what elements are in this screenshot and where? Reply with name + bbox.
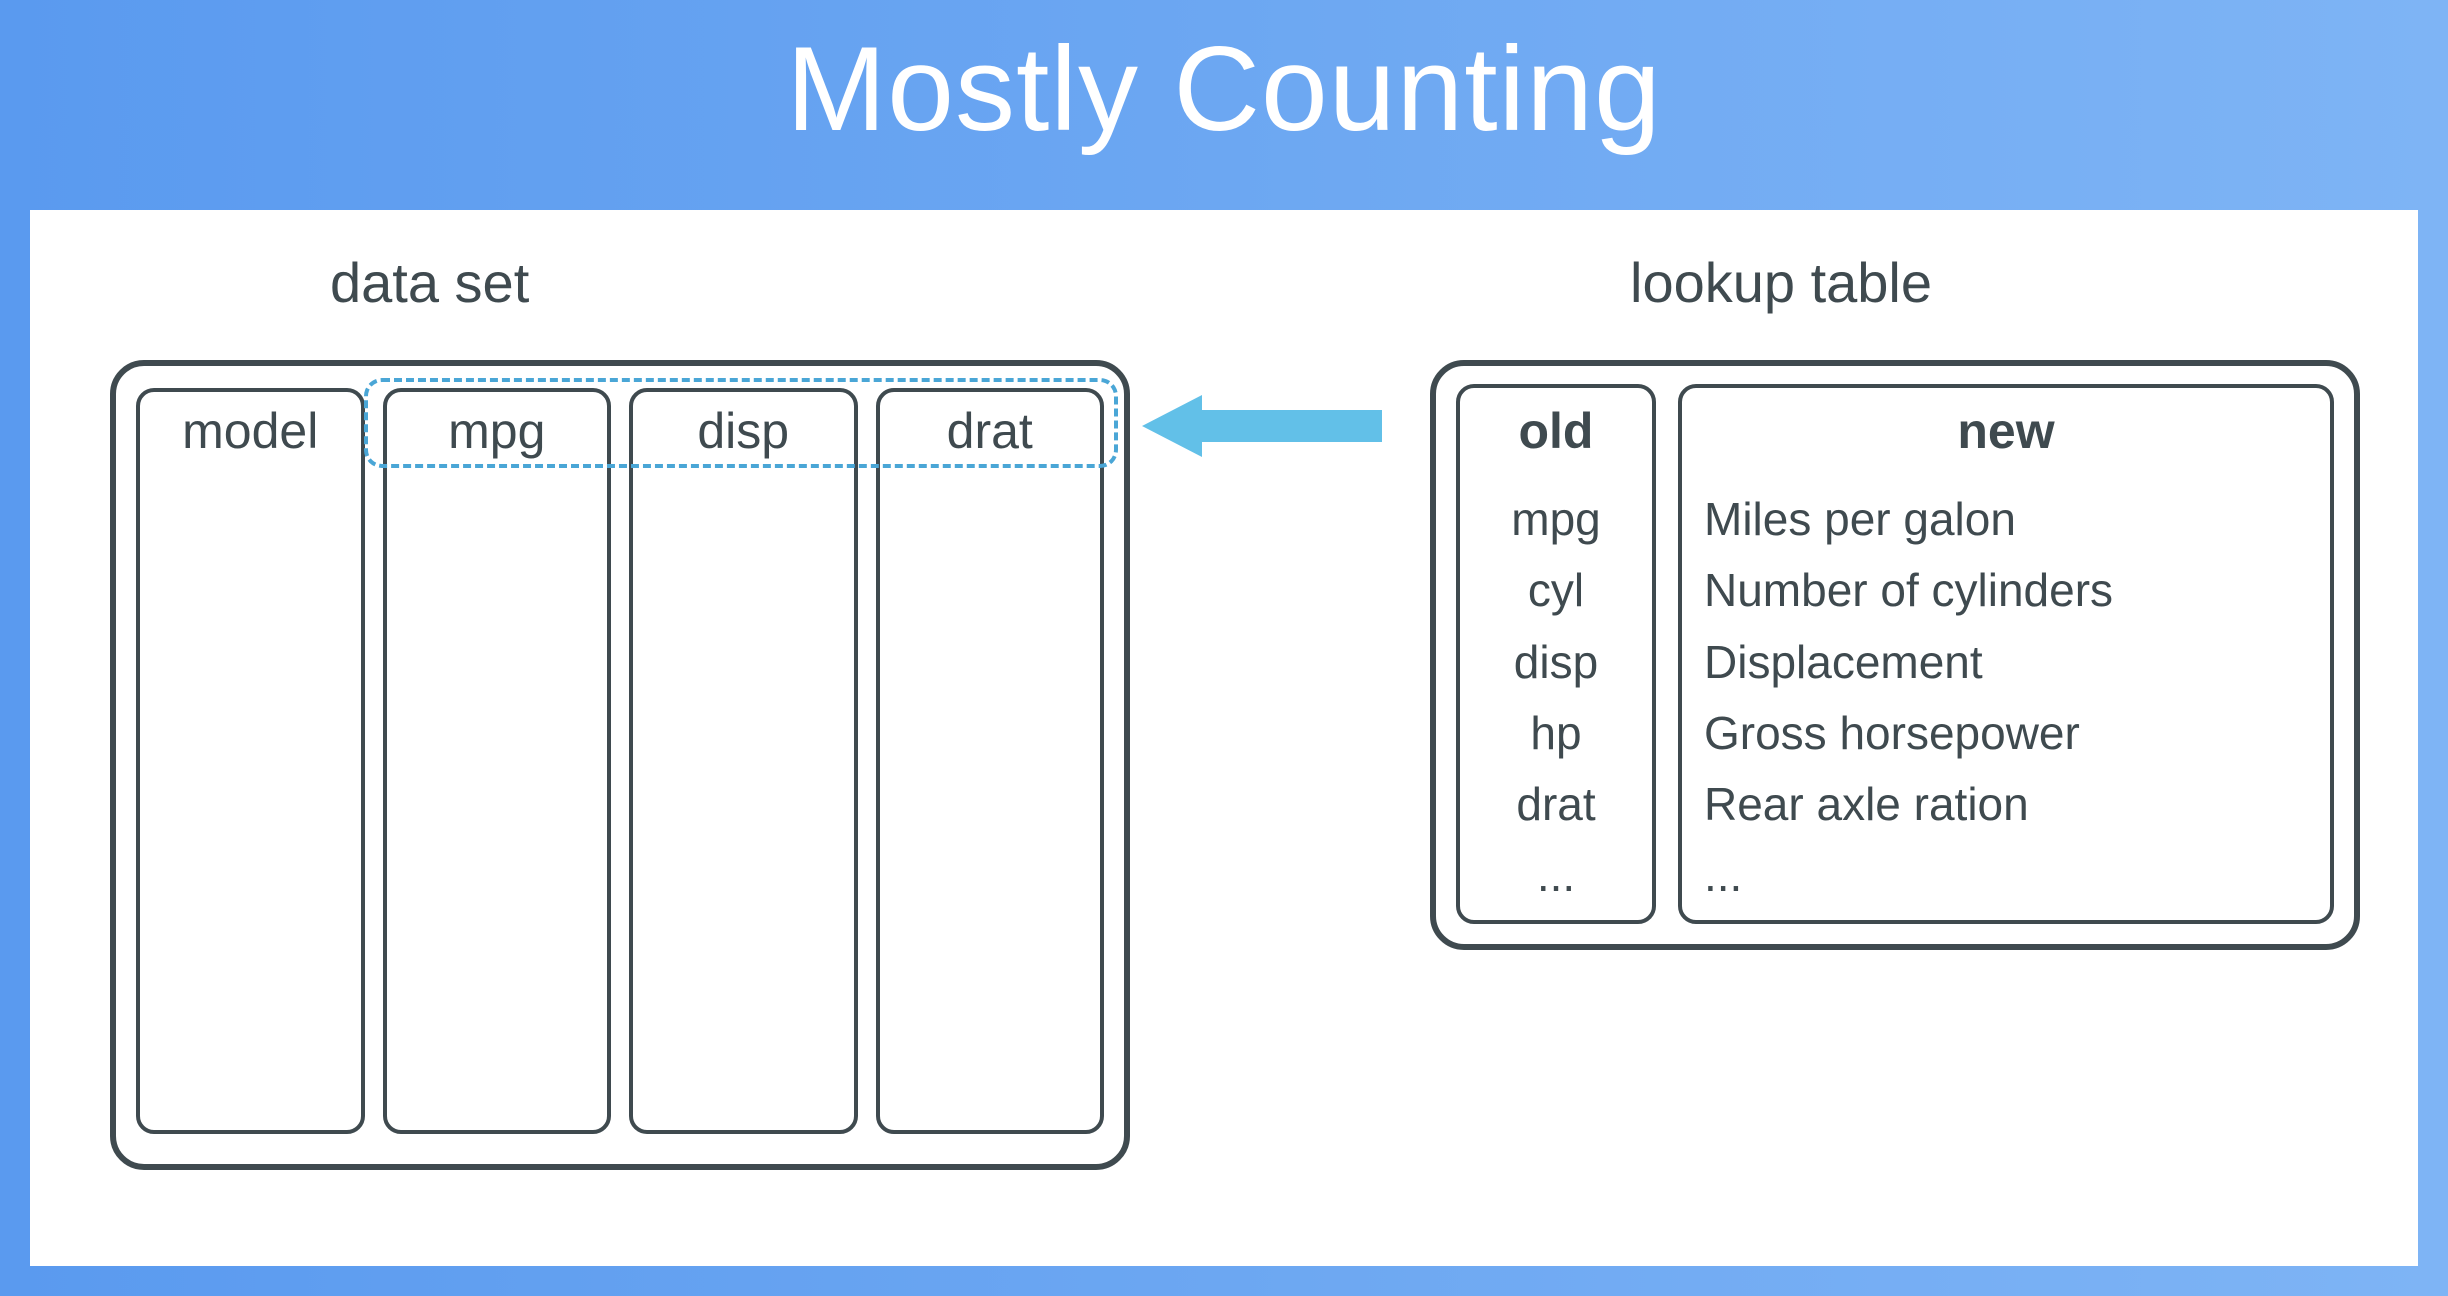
lookup-old-header: old [1482,402,1630,460]
lookup-old-value: cyl [1482,555,1630,626]
arrow-left-icon [1142,395,1382,457]
dataset-column: model [136,388,365,1134]
lookup-new-value: ... [1704,840,2308,911]
column-header: mpg [387,402,608,460]
lookup-old-value: disp [1482,627,1630,698]
dataset-column: mpg [383,388,612,1134]
page-title: Mostly Counting [0,20,2448,158]
lookup-table-box: old mpg cyl disp hp drat ... new Miles p… [1430,360,2360,950]
dataset-column: disp [629,388,858,1134]
lookup-new-value: Displacement [1704,627,2308,698]
lookup-old-column: old mpg cyl disp hp drat ... [1456,384,1656,924]
lookup-label: lookup table [1630,250,1932,315]
dataset-label: data set [330,250,529,315]
column-header: drat [880,402,1101,460]
lookup-old-value: ... [1482,840,1630,911]
lookup-old-value: hp [1482,698,1630,769]
lookup-new-value: Miles per galon [1704,484,2308,555]
lookup-new-header: new [1704,402,2308,460]
column-header: model [140,402,361,460]
dataset-column: drat [876,388,1105,1134]
lookup-new-value: Rear axle ration [1704,769,2308,840]
lookup-old-value: drat [1482,769,1630,840]
lookup-new-value: Number of cylinders [1704,555,2308,626]
lookup-new-value: Gross horsepower [1704,698,2308,769]
lookup-old-value: mpg [1482,484,1630,555]
column-header: disp [633,402,854,460]
dataset-box: model mpg disp drat [110,360,1130,1170]
title-bar: Mostly Counting [0,0,2448,188]
lookup-new-column: new Miles per galon Number of cylinders … [1678,384,2334,924]
content-panel: data set lookup table model mpg disp dra… [30,210,2418,1266]
